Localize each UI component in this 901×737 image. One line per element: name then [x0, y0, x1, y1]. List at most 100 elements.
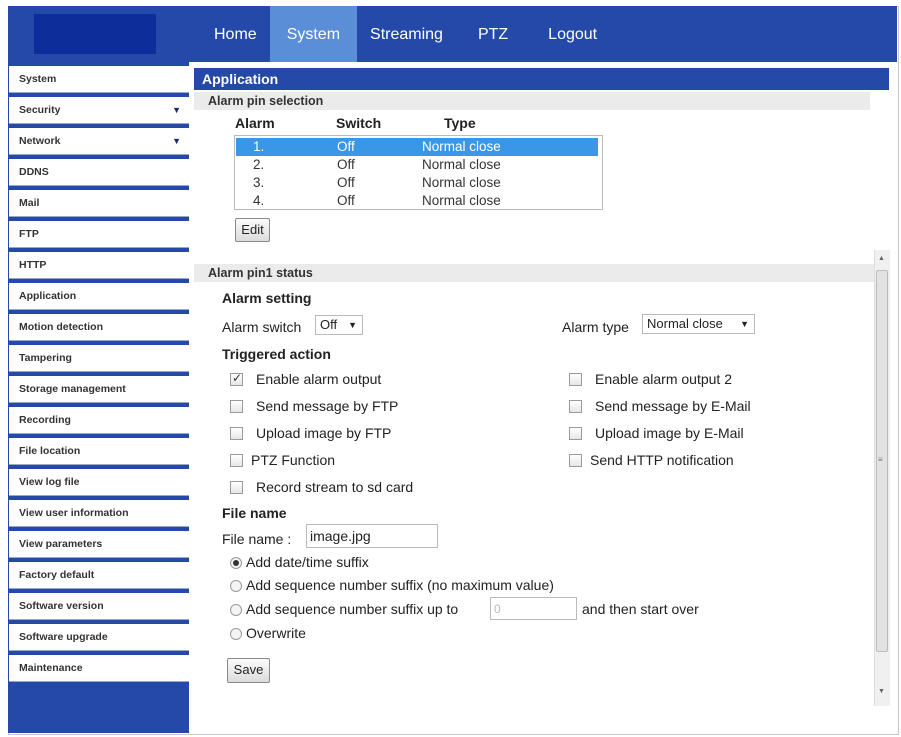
ptz-function-label: PTZ Function [251, 452, 336, 468]
sidebar-item-factory-default[interactable]: Factory default [9, 562, 189, 589]
file-name-input[interactable]: image.jpg [306, 524, 438, 548]
scroll-down-icon[interactable]: ▼ [878, 688, 885, 695]
sidebar-item-maintenance[interactable]: Maintenance [9, 655, 189, 682]
suffix-sequence-radio[interactable] [230, 580, 242, 592]
nav-streaming[interactable]: Streaming [357, 6, 456, 62]
alarm-type-value: Normal close [647, 316, 723, 331]
sidebar-item-ddns[interactable]: DDNS [9, 159, 189, 186]
suffix-sequence-upto-radio[interactable] [230, 604, 242, 616]
record-sd-label: Record stream to sd card [256, 479, 414, 495]
sidebar-item-software-version[interactable]: Software version [9, 593, 189, 620]
upload-ftp-label: Upload image by FTP [256, 425, 392, 441]
alarm-switch-select[interactable]: Off ▼ [315, 315, 363, 335]
logo [34, 14, 156, 54]
alarm-switch: Off [337, 175, 355, 190]
sidebar-item-label: Maintenance [19, 662, 83, 674]
sequence-max-input[interactable]: 0 [490, 597, 577, 620]
alarm-switch-value: Off [320, 317, 338, 332]
enable-alarm-output-2-label: Enable alarm output 2 [595, 371, 732, 387]
main-nav: Home System Streaming PTZ Logout [201, 6, 615, 62]
sidebar-item-http[interactable]: HTTP [9, 252, 189, 279]
sidebar-item-application[interactable]: Application [9, 283, 189, 310]
sidebar-item-motion-detection[interactable]: Motion detection [9, 314, 189, 341]
section-heading-alarm-pin-selection: Alarm pin selection [194, 92, 870, 110]
enable-alarm-output-checkbox[interactable]: ✓ [230, 371, 243, 386]
send-email-label: Send message by E-Mail [595, 398, 751, 414]
alarm-type-select[interactable]: Normal close ▼ [642, 314, 755, 334]
alarm-number: 2. [253, 157, 265, 172]
alarm-type: Normal close [422, 157, 501, 172]
suffix-datetime-radio[interactable] [230, 557, 242, 569]
record-sd-checkbox[interactable] [230, 481, 243, 494]
subheading-file-name: File name [222, 505, 287, 521]
overwrite-radio[interactable] [230, 628, 242, 640]
sidebar-item-label: Software version [19, 600, 104, 612]
edit-button[interactable]: Edit [235, 218, 270, 242]
upload-email-checkbox[interactable] [569, 427, 582, 440]
sidebar-item-label: HTTP [19, 259, 47, 271]
sidebar-item-label: Tampering [19, 352, 72, 364]
sidebar-item-label: Mail [19, 197, 40, 209]
section-heading-alarm-pin-status: Alarm pin1 status [194, 264, 874, 282]
sidebar-item-file-location[interactable]: File location [9, 438, 189, 465]
sidebar-item-label: Factory default [19, 569, 95, 581]
alarm-type-label: Alarm type [562, 319, 629, 335]
sidebar-item-label: File location [19, 445, 81, 457]
alarm-switch: Off [337, 193, 355, 208]
send-ftp-label: Send message by FTP [256, 398, 399, 414]
list-item[interactable]: 3. Off Normal close [236, 174, 598, 192]
subheading-triggered-action: Triggered action [222, 346, 331, 362]
chevron-down-icon: ▼ [740, 319, 749, 329]
sidebar-item-label: Network [19, 135, 61, 147]
overwrite-label: Overwrite [246, 625, 306, 641]
enable-alarm-output-2-checkbox[interactable] [569, 373, 582, 386]
send-email-checkbox[interactable] [569, 400, 582, 413]
check-icon: ✓ [232, 371, 243, 385]
sidebar-item-view-user-information[interactable]: View user information [9, 500, 189, 527]
sidebar-item-view-log-file[interactable]: View log file [9, 469, 189, 496]
alarm-type: Normal close [422, 175, 501, 190]
file-name-label: File name : [222, 531, 292, 547]
sidebar-item-mail[interactable]: Mail [9, 190, 189, 217]
nav-ptz[interactable]: PTZ [456, 6, 530, 62]
sidebar-item-label: Storage management [19, 383, 126, 395]
alarm-number: 3. [253, 175, 265, 190]
sidebar-item-label: FTP [19, 228, 39, 240]
alarm-number: 1. [253, 139, 265, 154]
http-notification-label: Send HTTP notification [590, 452, 734, 468]
list-item[interactable]: 2. Off Normal close [236, 156, 598, 174]
alarm-type: Normal close [422, 193, 501, 208]
sidebar-item-label: Application [19, 290, 77, 302]
sidebar-item-label: View log file [19, 476, 80, 488]
nav-logout[interactable]: Logout [530, 6, 615, 62]
sidebar-item-software-upgrade[interactable]: Software upgrade [9, 624, 189, 651]
save-button[interactable]: Save [227, 658, 270, 683]
list-item[interactable]: 4. Off Normal close [236, 192, 598, 210]
sidebar-item-label: Recording [19, 414, 71, 426]
ptz-function-checkbox[interactable] [230, 454, 243, 467]
sidebar-item-view-parameters[interactable]: View parameters [9, 531, 189, 558]
sidebar-item-tampering[interactable]: Tampering [9, 345, 189, 372]
sidebar-item-label: System [19, 73, 57, 85]
page-title: Application [194, 68, 889, 90]
sidebar-item-label: DDNS [19, 166, 49, 178]
list-item[interactable]: 1. Off Normal close [236, 138, 598, 156]
sidebar-item-network[interactable]: Network ▼ [9, 128, 189, 155]
alarm-pin-list[interactable]: 1. Off Normal close 2. Off Normal close … [234, 135, 603, 210]
send-ftp-checkbox[interactable] [230, 400, 243, 413]
upload-ftp-checkbox[interactable] [230, 427, 243, 440]
sidebar-item-storage-management[interactable]: Storage management [9, 376, 189, 403]
sidebar-item-ftp[interactable]: FTP [9, 221, 189, 248]
sidebar-item-recording[interactable]: Recording [9, 407, 189, 434]
enable-alarm-output-label: Enable alarm output [256, 371, 382, 387]
sidebar-item-security[interactable]: Security ▼ [9, 97, 189, 124]
alarm-switch: Off [337, 139, 355, 154]
radio-selected-dot [233, 560, 239, 566]
column-header-type: Type [444, 115, 476, 131]
nav-system[interactable]: System [269, 6, 358, 62]
nav-home[interactable]: Home [201, 6, 270, 62]
scroll-up-icon[interactable]: ▲ [878, 255, 885, 262]
http-notification-checkbox[interactable] [569, 454, 582, 467]
chevron-down-icon: ▼ [172, 136, 181, 146]
sidebar-item-system[interactable]: System [9, 66, 189, 93]
